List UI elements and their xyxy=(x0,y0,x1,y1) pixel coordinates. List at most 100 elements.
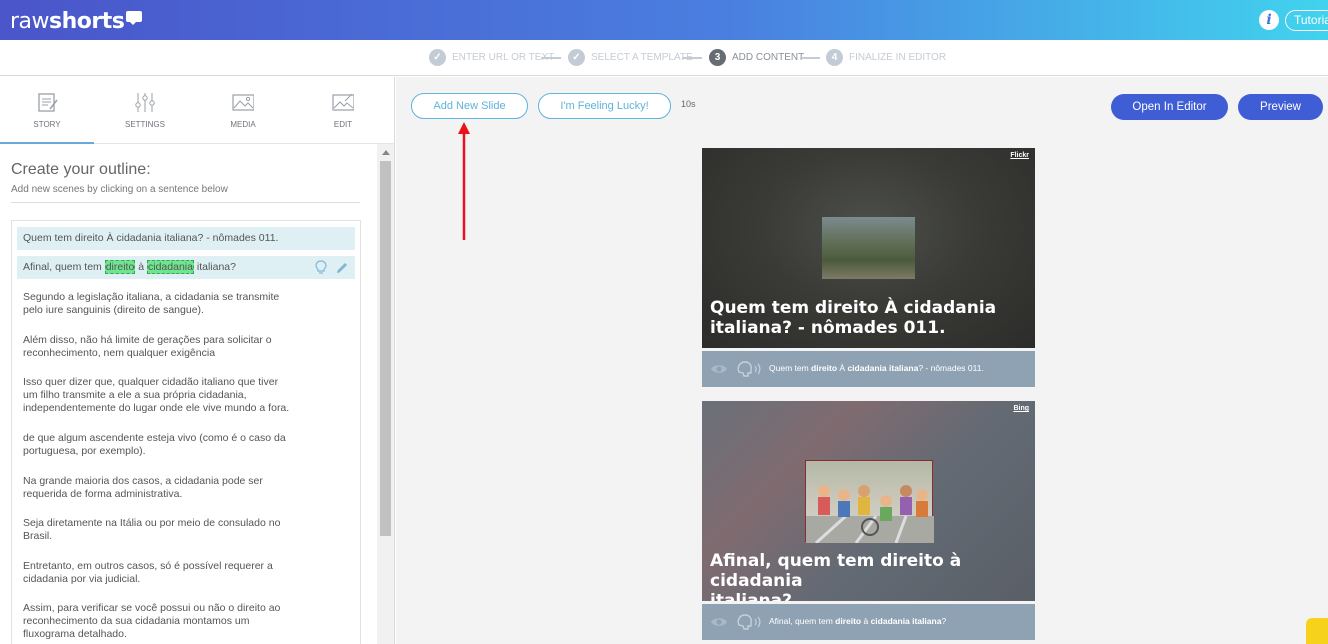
sentence-list: Quem tem direito À cidadania italiana? -… xyxy=(11,220,361,644)
slide-title: Quem tem direito À cidadania italiana? -… xyxy=(710,298,1030,338)
tab-settings[interactable]: SETTINGS xyxy=(98,77,192,144)
step-connector xyxy=(800,57,820,59)
lightbulb-icon[interactable] xyxy=(315,260,327,275)
voiceover-icon[interactable] xyxy=(736,360,764,378)
feeling-lucky-button[interactable]: I'm Feeling Lucky! xyxy=(538,93,671,119)
sentence-text: Afinal, quem tem xyxy=(23,261,105,273)
duration-label: 10s xyxy=(681,99,696,109)
slide-caption-bar: Afinal, quem tem direito à cidadania ita… xyxy=(702,604,1035,640)
eye-icon[interactable] xyxy=(710,616,728,628)
pencil-icon[interactable] xyxy=(336,261,349,274)
sliders-icon xyxy=(135,93,155,112)
panel-tabs: STORY SETTINGS MEDIA EDIT xyxy=(0,77,394,144)
scroll-thumb[interactable] xyxy=(380,161,391,536)
caption-part: Quem tem xyxy=(769,363,812,373)
chat-widget-icon[interactable] xyxy=(1306,618,1328,644)
sentence-line: Isso quer dizer que, qualquer cidadão it… xyxy=(23,376,279,388)
top-bar: rawshorts i Tutorial xyxy=(0,0,1328,40)
sentence-line: fluxograma detalhado. xyxy=(23,628,127,640)
sentence-text: Quem tem direito À cidadania italiana? -… xyxy=(23,232,279,244)
sentence-line: Entretanto, em outros casos, só é possív… xyxy=(23,560,273,572)
slide-title-line: italiana? - nômades 011. xyxy=(710,318,946,338)
add-new-slide-button[interactable]: Add New Slide xyxy=(411,93,528,119)
image-source-link[interactable]: Bing xyxy=(1013,405,1029,412)
sentence-line: de que algum ascendente esteja vivo (com… xyxy=(23,432,286,444)
slide-image xyxy=(822,217,915,279)
step-finalize: 4 FINALIZE IN EDITOR xyxy=(826,49,946,66)
red-arrow-annotation xyxy=(458,122,470,240)
keyword-highlight[interactable]: cidadania xyxy=(147,260,194,274)
tab-label: STORY xyxy=(33,120,61,129)
main-canvas: Add New Slide I'm Feeling Lucky! 10s Ope… xyxy=(396,77,1328,644)
step-label: ENTER URL OR TEXT xyxy=(452,52,555,63)
slide-caption-bar: Quem tem direito À cidadania italiana? -… xyxy=(702,351,1035,387)
slide-title-line: italiana? xyxy=(710,591,792,601)
tab-label: EDIT xyxy=(333,120,353,129)
sentence-line: pelo iure sanguinis (direito de sangue). xyxy=(23,304,204,316)
tab-label: MEDIA xyxy=(230,120,256,129)
logo-text-light: raw xyxy=(10,9,50,34)
sentence-line: reconhecimento da sua cidadania montamos… xyxy=(23,615,250,627)
step-label: ADD CONTENT xyxy=(732,52,805,63)
sentence-line: um filho transmite a ele a sua própria c… xyxy=(23,389,247,401)
info-icon[interactable]: i xyxy=(1259,10,1279,30)
caption-part: Afinal, quem tem xyxy=(769,616,836,626)
sentence-item[interactable]: Seja diretamente na Itália ou por meio d… xyxy=(17,517,355,543)
step-add-content: 3 ADD CONTENT xyxy=(709,49,804,66)
outline-subtitle: Add new scenes by clicking on a sentence… xyxy=(11,184,228,195)
outline-scrollbar[interactable] xyxy=(377,144,394,644)
sentence-item[interactable]: Além disso, não há limite de gerações pa… xyxy=(17,334,355,360)
tab-edit[interactable]: EDIT xyxy=(296,77,390,144)
sentence-line: reconhecimento, nem qualquer exigência xyxy=(23,347,216,359)
sentence-line: portuguesa, por exemplo). xyxy=(23,445,146,457)
image-source-link[interactable]: Flickr xyxy=(1010,152,1029,159)
sentence-item[interactable]: Assim, para verificar se você possui ou … xyxy=(17,602,355,641)
step-connector xyxy=(682,57,702,59)
slide-caption-text: Quem tem direito À cidadania italiana? -… xyxy=(769,363,984,373)
progress-steps: ✓ ENTER URL OR TEXT ✓ SELECT A TEMPLATE 3A… xyxy=(0,40,1328,76)
sentence-item[interactable]: Na grande maioria dos casos, a cidadania… xyxy=(17,475,355,501)
slide-card[interactable]: Flickr Quem tem direito À cidadania ital… xyxy=(702,148,1035,348)
outline-panel: Create your outline: Add new scenes by c… xyxy=(0,144,376,644)
sentence-line: Na grande maioria dos casos, a cidadania… xyxy=(23,475,263,487)
eye-icon[interactable] xyxy=(710,363,728,375)
slide-card[interactable]: Bing Afinal, quem tem direito à cidadani… xyxy=(702,401,1035,601)
sentence-item[interactable]: Isso quer dizer que, qualquer cidadão it… xyxy=(17,376,355,415)
preview-button[interactable]: Preview xyxy=(1238,94,1323,120)
sentence-item[interactable]: Segundo a legislação italiana, a cidadan… xyxy=(17,291,355,317)
step-connector xyxy=(541,57,561,59)
sentence-text: à xyxy=(135,261,147,273)
caption-keyword: cidadania italiana xyxy=(847,363,919,373)
tab-story[interactable]: STORY xyxy=(0,77,94,144)
sentence-line: cidadania por via judicial. xyxy=(23,573,141,585)
left-panel: STORY SETTINGS MEDIA EDIT Create your ou… xyxy=(0,77,395,644)
slide-title-line: Afinal, quem tem direito à cidadania xyxy=(710,551,962,591)
sentence-item[interactable]: de que algum ascendente esteja vivo (com… xyxy=(17,432,355,458)
logo-badge-icon xyxy=(126,11,143,25)
step-label: SELECT A TEMPLATE xyxy=(591,52,693,63)
sentence-line: requerida de forma administrativa. xyxy=(23,488,183,500)
step-check-icon: ✓ xyxy=(429,49,446,66)
image-icon xyxy=(232,94,254,111)
voiceover-icon[interactable] xyxy=(736,613,764,631)
slide-image xyxy=(805,460,934,545)
step-enter-url: ✓ ENTER URL OR TEXT xyxy=(429,49,554,66)
sentence-item-active[interactable]: Afinal, quem tem direito à cidadania ita… xyxy=(17,256,355,279)
scroll-up-arrow-icon[interactable] xyxy=(382,150,390,155)
caption-keyword: direito xyxy=(835,616,862,626)
open-in-editor-button[interactable]: Open In Editor xyxy=(1111,94,1228,120)
sentence-item-selected[interactable]: Quem tem direito À cidadania italiana? -… xyxy=(17,227,355,250)
slide-title: Afinal, quem tem direito à cidadania ita… xyxy=(710,551,1030,601)
step-label: FINALIZE IN EDITOR xyxy=(849,52,947,63)
story-icon xyxy=(38,93,58,112)
tutorial-button[interactable]: Tutorial xyxy=(1285,10,1328,31)
sentence-text: italiana? xyxy=(193,261,236,273)
caption-keyword: direito xyxy=(811,363,838,373)
divider xyxy=(11,202,360,203)
sentence-line: Segundo a legislação italiana, a cidadan… xyxy=(23,291,280,303)
keyword-highlight[interactable]: direito xyxy=(104,260,136,274)
tab-label: SETTINGS xyxy=(124,120,165,129)
rawshorts-logo[interactable]: rawshorts xyxy=(10,9,143,34)
tab-media[interactable]: MEDIA xyxy=(196,77,290,144)
sentence-item[interactable]: Entretanto, em outros casos, só é possív… xyxy=(17,560,355,586)
